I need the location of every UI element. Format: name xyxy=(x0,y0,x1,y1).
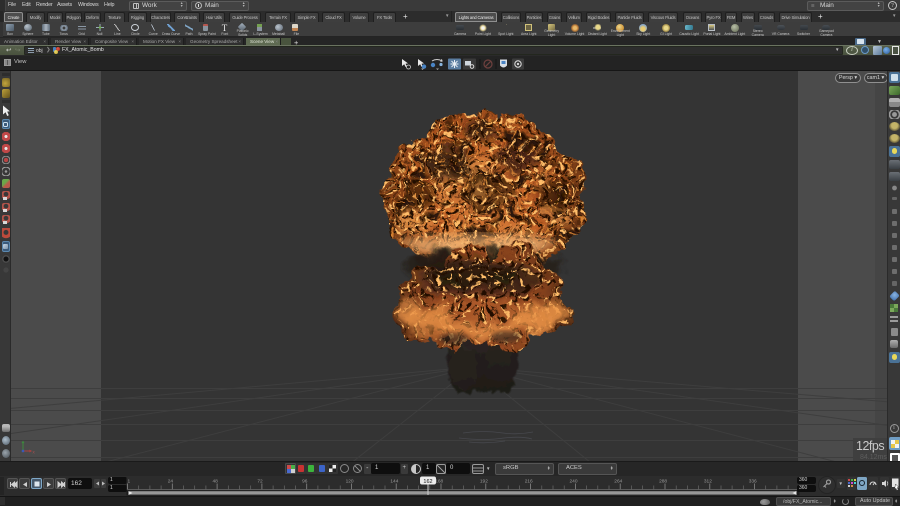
svg-text:312: 312 xyxy=(704,479,712,485)
svg-text:336: 336 xyxy=(749,479,757,485)
svg-text:48: 48 xyxy=(213,479,219,485)
svg-text:72: 72 xyxy=(257,479,263,485)
svg-text:24: 24 xyxy=(168,479,174,485)
svg-text:96: 96 xyxy=(302,479,308,485)
svg-text:162: 162 xyxy=(423,479,432,485)
svg-text:120: 120 xyxy=(346,479,354,485)
svg-text:240: 240 xyxy=(569,479,577,485)
svg-text:192: 192 xyxy=(480,479,488,485)
svg-text:216: 216 xyxy=(525,479,533,485)
svg-text:1: 1 xyxy=(128,479,131,485)
svg-text:264: 264 xyxy=(614,479,622,485)
svg-text:144: 144 xyxy=(390,479,398,485)
svg-text:168: 168 xyxy=(435,479,443,485)
svg-text:288: 288 xyxy=(659,479,667,485)
svg-text:x: x xyxy=(33,450,36,455)
